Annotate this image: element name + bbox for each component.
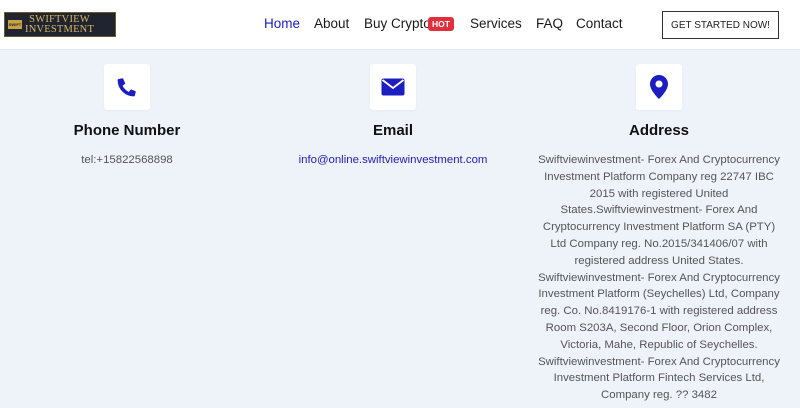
email-value[interactable]: info@online.swiftviewinvestment.com <box>273 152 513 169</box>
map-pin-icon <box>650 75 668 99</box>
address-icon-box <box>636 64 682 110</box>
email-title: Email <box>372 122 414 139</box>
site-header: SWIFT SWIFTVIEW INVESTMENT Home About Bu… <box>0 0 800 50</box>
address-title: Address <box>628 122 690 139</box>
phone-value[interactable]: tel:+15822568898 <box>7 152 247 169</box>
site-logo[interactable]: SWIFT SWIFTVIEW INVESTMENT <box>4 12 116 37</box>
nav-faq[interactable]: FAQ <box>536 16 563 31</box>
nav-about[interactable]: About <box>314 16 349 31</box>
logo-line-1: SWIFTVIEW <box>29 13 90 25</box>
address-value: Swiftviewinvestment- Forex And Cryptocur… <box>538 154 780 402</box>
nav-home[interactable]: Home <box>264 16 300 31</box>
logo-line-2: INVESTMENT <box>25 23 95 35</box>
phone-title: Phone Number <box>73 122 181 139</box>
get-started-button[interactable]: GET STARTED NOW! <box>662 11 779 39</box>
hot-badge: HOT <box>428 17 454 31</box>
nav-services[interactable]: Services <box>470 16 522 31</box>
phone-icon <box>117 78 136 97</box>
phone-icon-box <box>104 64 150 110</box>
nav-contact[interactable]: Contact <box>576 16 623 31</box>
envelope-icon <box>381 78 405 96</box>
logo-badge: SWIFT <box>8 20 22 29</box>
email-icon-box <box>370 64 416 110</box>
logo-wordmark: SWIFTVIEW INVESTMENT <box>25 13 95 35</box>
nav-buy-crypto[interactable]: Buy Crypto <box>364 16 431 31</box>
